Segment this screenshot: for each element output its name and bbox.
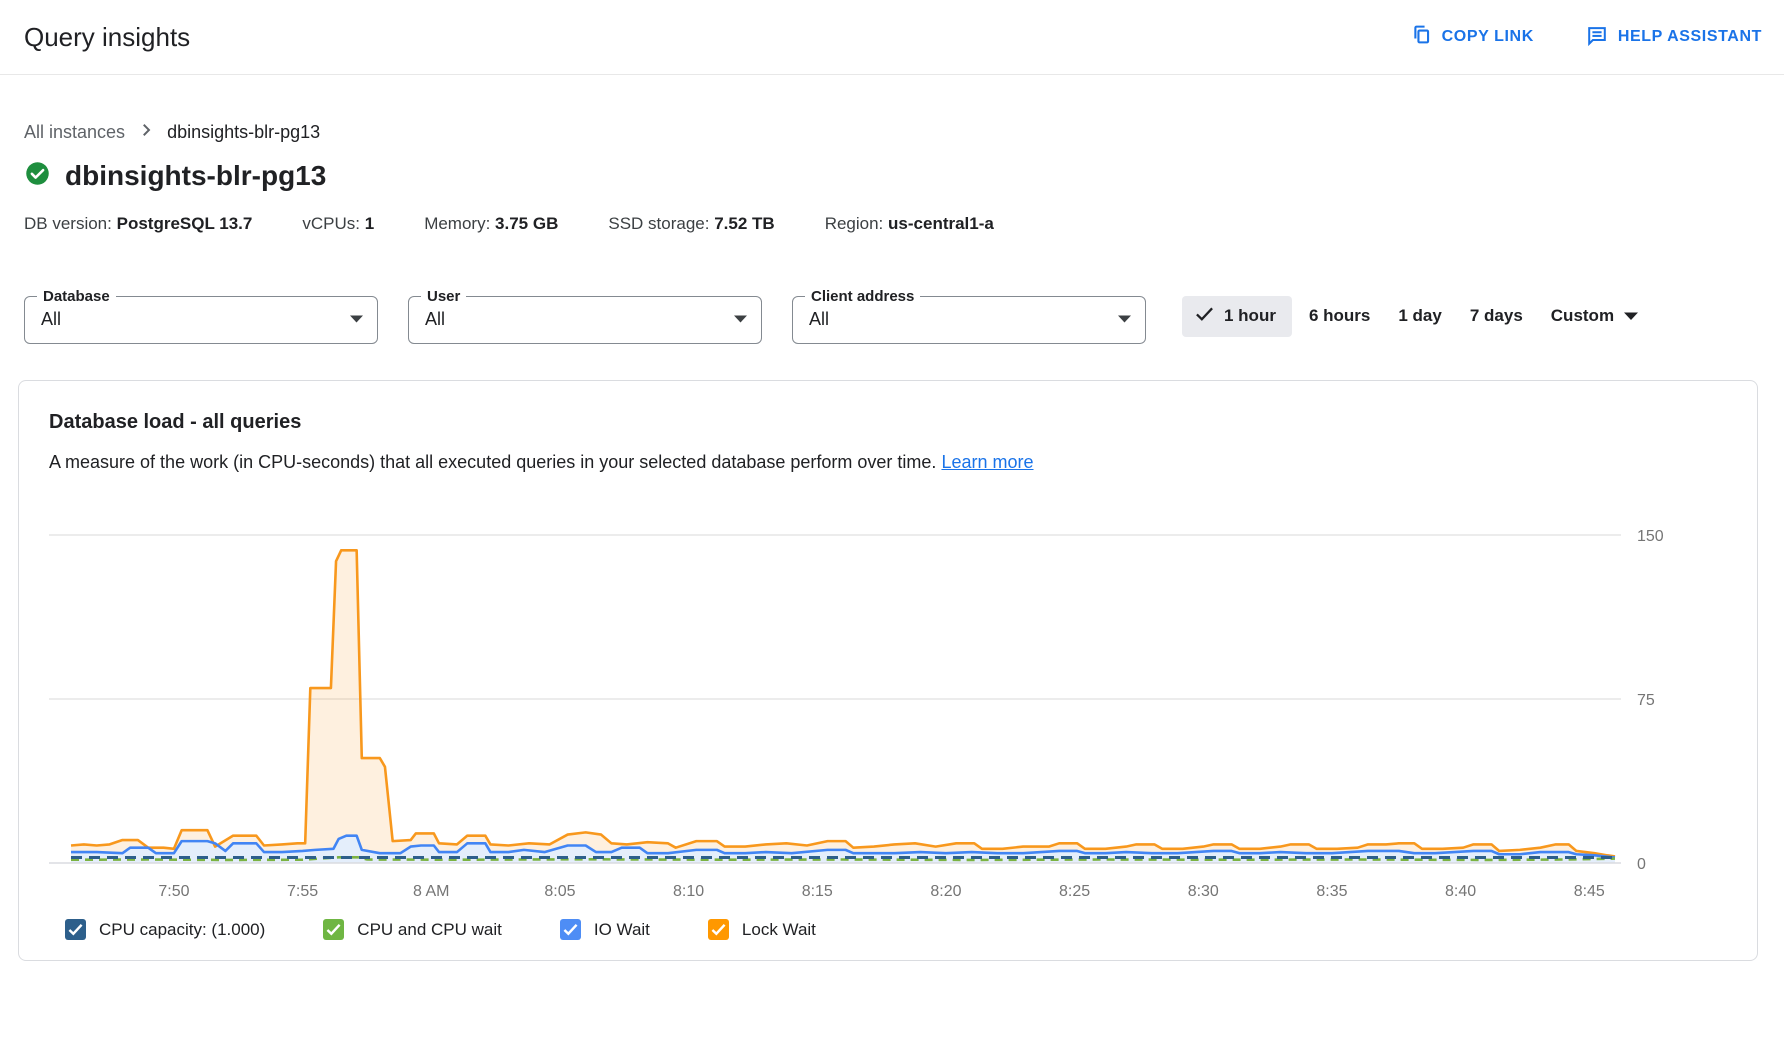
checkbox-checked-icon[interactable] [323,919,344,940]
card-description: A measure of the work (in CPU-seconds) t… [49,452,1743,473]
time-range-custom[interactable]: Custom [1540,296,1649,336]
breadcrumb-current: dbinsights-blr-pg13 [167,122,320,143]
checkbox-checked-icon[interactable] [560,919,581,940]
meta-memory: Memory: 3.75 GB [424,214,558,234]
database-load-card: Database load - all queries A measure of… [18,380,1758,961]
svg-text:8:35: 8:35 [1316,883,1347,900]
chevron-down-icon [1118,310,1131,328]
breadcrumb-all-instances[interactable]: All instances [24,122,125,143]
client-address-filter-select[interactable]: Client address All [792,288,1146,344]
checkbox-checked-icon[interactable] [65,919,86,940]
check-icon [1195,306,1214,327]
page-header: Query insights COPY LINK HELP ASSISTANT [0,0,1784,75]
time-range-6-hours[interactable]: 6 hours [1298,296,1381,336]
svg-text:150: 150 [1637,528,1664,545]
header-actions: COPY LINK HELP ASSISTANT [1411,24,1762,51]
svg-text:7:55: 7:55 [287,883,318,900]
svg-text:8:05: 8:05 [544,883,575,900]
legend-io-wait[interactable]: IO Wait [560,919,650,940]
user-filter-value: All [425,309,445,330]
time-range-1-hour[interactable]: 1 hour [1182,296,1292,337]
meta-region: Region: us-central1-a [825,214,994,234]
legend-cpu-capacity[interactable]: CPU capacity: (1.000) [65,919,265,940]
time-range-selector: 1 hour 6 hours 1 day 7 days Custom [1182,296,1649,337]
svg-text:8:20: 8:20 [930,883,961,900]
copy-link-button[interactable]: COPY LINK [1411,24,1534,50]
svg-text:8:30: 8:30 [1188,883,1219,900]
checkbox-checked-icon[interactable] [708,919,729,940]
chart-legend: CPU capacity: (1.000) CPU and CPU wait I… [49,919,1743,940]
svg-text:8:40: 8:40 [1445,883,1476,900]
legend-cpu-and-cpu-wait[interactable]: CPU and CPU wait [323,919,502,940]
legend-lock-wait[interactable]: Lock Wait [708,919,816,940]
client-address-filter-value: All [809,309,829,330]
status-check-circle-icon [24,160,51,192]
svg-text:8:15: 8:15 [802,883,833,900]
user-filter-select[interactable]: User All [408,288,762,344]
chevron-down-icon [734,310,747,328]
svg-text:8:25: 8:25 [1059,883,1090,900]
chevron-down-icon [350,310,363,328]
chevron-down-icon [1624,306,1638,326]
copy-icon [1411,24,1432,50]
page-title: Query insights [24,22,190,53]
svg-text:8:10: 8:10 [673,883,704,900]
svg-text:75: 75 [1637,692,1655,709]
meta-vcpus: vCPUs: 1 [302,214,374,234]
chat-icon [1586,24,1608,51]
db-load-chart[interactable]: 7:50 7:55 8 AM 8:05 8:10 8:15 8:20 8:25 8:30 8:35… [49,495,1739,907]
svg-text:8:45: 8:45 [1574,883,1605,900]
instance-title-row: dbinsights-blr-pg13 [24,160,1760,192]
main-content: All instances dbinsights-blr-pg13 dbinsi… [0,121,1784,961]
help-assistant-button[interactable]: HELP ASSISTANT [1586,24,1762,51]
svg-text:8 AM: 8 AM [413,883,449,900]
instance-meta: DB version: PostgreSQL 13.7 vCPUs: 1 Mem… [24,214,1760,234]
instance-name: dbinsights-blr-pg13 [65,160,326,192]
database-filter-value: All [41,309,61,330]
time-range-7-days[interactable]: 7 days [1459,296,1534,336]
chevron-right-icon [137,121,155,144]
database-load-chart-area: 7:50 7:55 8 AM 8:05 8:10 8:15 8:20 8:25 8:30 8:35… [49,495,1743,907]
database-filter-select[interactable]: Database All [24,288,378,344]
meta-db-version: DB version: PostgreSQL 13.7 [24,214,252,234]
svg-text:7:50: 7:50 [158,883,189,900]
card-title: Database load - all queries [49,411,1743,434]
filter-row: Database All User All Client address All [24,288,1760,344]
learn-more-link[interactable]: Learn more [941,452,1033,472]
time-range-1-day[interactable]: 1 day [1387,296,1452,336]
breadcrumb: All instances dbinsights-blr-pg13 [24,121,1760,144]
meta-ssd-storage: SSD storage: 7.52 TB [608,214,774,234]
svg-text:0: 0 [1637,856,1646,873]
